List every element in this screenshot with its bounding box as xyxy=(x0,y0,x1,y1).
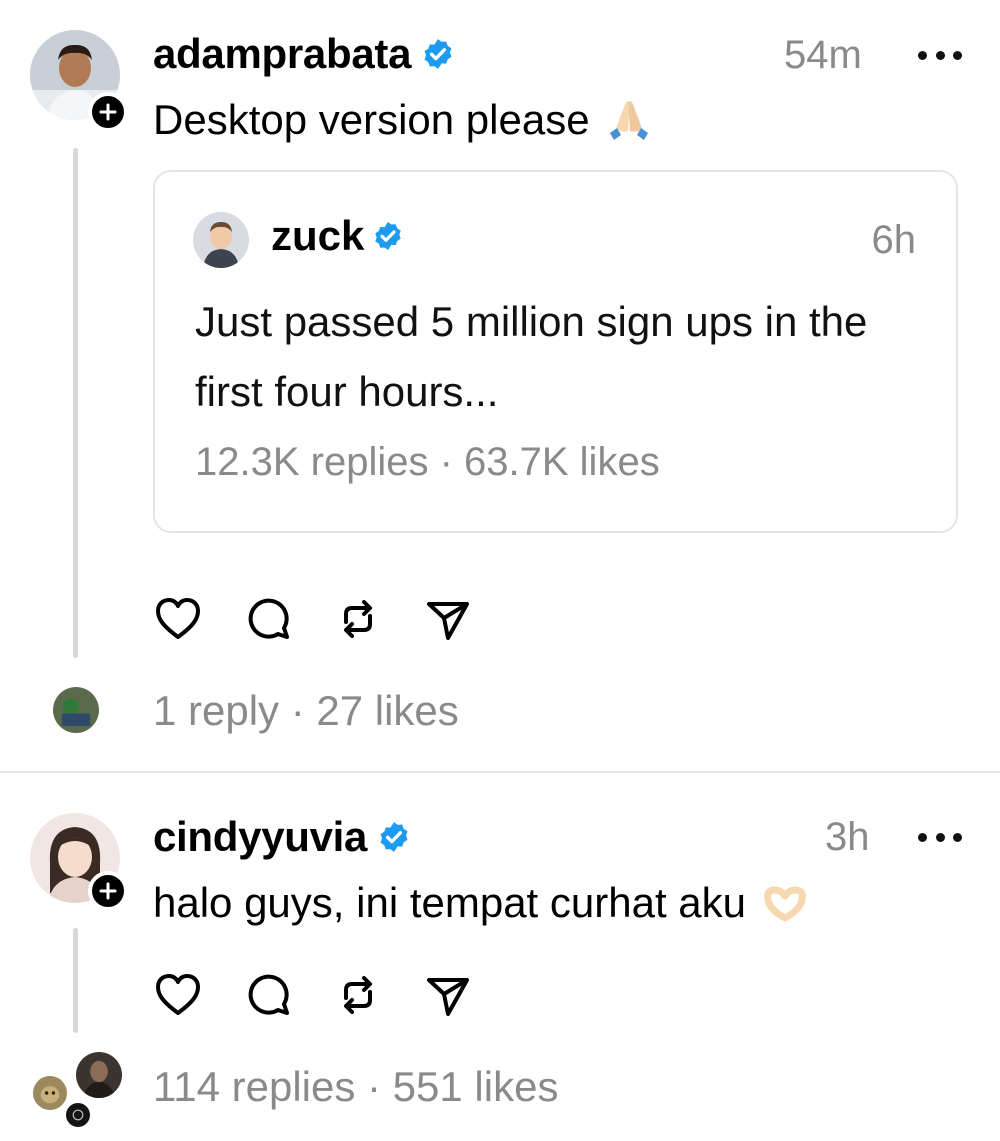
post-text: Desktop version please xyxy=(153,95,654,145)
thread-post: adamprabata 54m Desktop version please z… xyxy=(0,0,1000,772)
replier-avatar xyxy=(73,1049,125,1101)
quoted-text: Just passed 5 million sign ups in the fi… xyxy=(195,298,868,415)
heart-icon[interactable] xyxy=(153,594,203,644)
post-time: 3h xyxy=(825,815,870,859)
quoted-username[interactable]: zuck xyxy=(271,212,404,260)
post-text-content: halo guys, ini tempat curhat aku xyxy=(153,879,747,926)
heart-hands-emoji-icon xyxy=(760,878,810,928)
action-bar xyxy=(153,970,473,1020)
verified-badge-icon xyxy=(372,220,404,252)
more-dots-icon[interactable] xyxy=(918,827,962,847)
follow-button[interactable] xyxy=(88,871,128,911)
post-stats[interactable]: 1 reply · 27 likes xyxy=(153,687,459,735)
post-text: halo guys, ini tempat curhat aku xyxy=(153,878,810,928)
verified-badge-icon xyxy=(377,820,411,854)
post-username[interactable]: cindyyuvia xyxy=(153,813,411,861)
comment-icon[interactable] xyxy=(243,970,293,1020)
quoted-post-card[interactable]: zuck 6h Just passed 5 million sign ups i… xyxy=(153,170,958,533)
quoted-stats[interactable]: 12.3K replies · 63.7K likes xyxy=(195,440,660,485)
follow-button[interactable] xyxy=(88,92,128,132)
post-time: 54m xyxy=(784,33,862,77)
thread-post: cindyyuvia 3h halo guys, ini tempat curh… xyxy=(0,773,1000,1141)
thread-line xyxy=(73,928,78,1033)
post-stats[interactable]: 114 replies · 551 likes xyxy=(153,1063,558,1111)
send-icon[interactable] xyxy=(423,970,473,1020)
thread-line xyxy=(73,148,78,658)
comment-icon[interactable] xyxy=(243,594,293,644)
folded-hands-emoji-icon xyxy=(604,95,654,145)
post-text-content: Desktop version please xyxy=(153,96,590,143)
heart-icon[interactable] xyxy=(153,970,203,1020)
action-bar xyxy=(153,594,473,644)
replier-avatar xyxy=(63,1100,93,1130)
repost-icon[interactable] xyxy=(333,970,383,1020)
quoted-avatar[interactable] xyxy=(193,212,249,268)
quoted-username-text[interactable]: zuck xyxy=(271,212,364,260)
plus-icon xyxy=(99,103,117,121)
verified-badge-icon xyxy=(421,37,455,71)
username-text[interactable]: adamprabata xyxy=(153,30,411,78)
send-icon[interactable] xyxy=(423,594,473,644)
repost-icon[interactable] xyxy=(333,594,383,644)
plus-icon xyxy=(99,882,117,900)
post-username[interactable]: adamprabata xyxy=(153,30,455,78)
replier-avatar xyxy=(50,684,102,736)
more-dots-icon[interactable] xyxy=(918,45,962,65)
username-text[interactable]: cindyyuvia xyxy=(153,813,367,861)
quoted-time: 6h xyxy=(871,218,917,262)
